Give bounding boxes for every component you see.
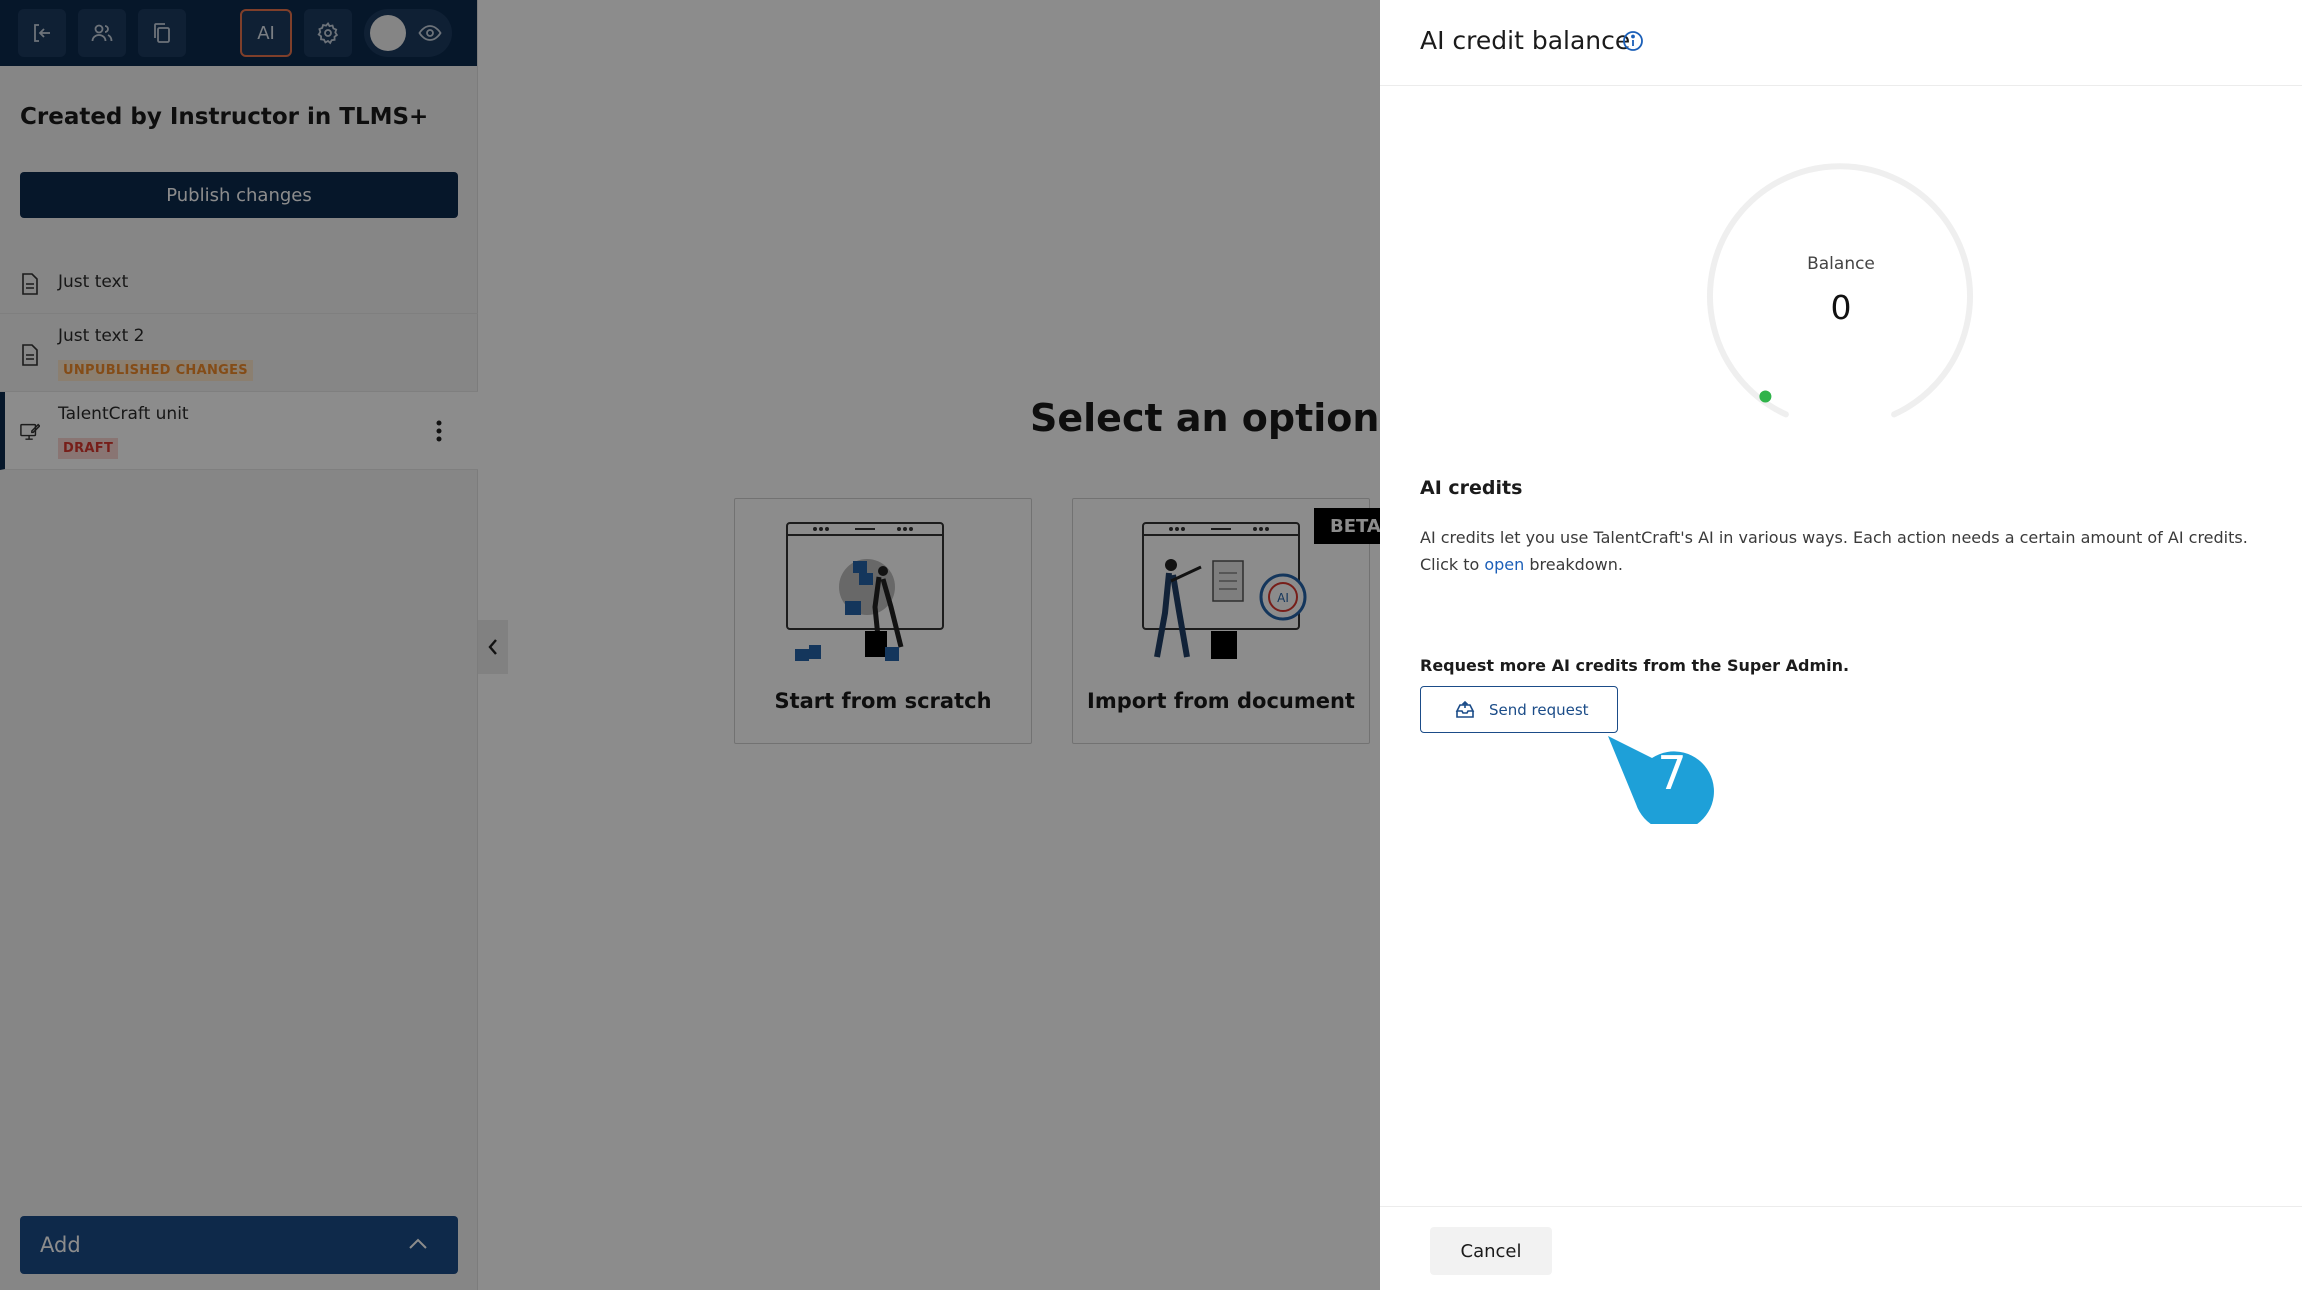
balance-value: 0: [1830, 288, 1852, 327]
send-request-label: Send request: [1489, 700, 1589, 719]
send-request-button[interactable]: Send request: [1420, 686, 1618, 733]
step-number: 7: [1657, 746, 1687, 800]
ai-credit-drawer: AI credit balance Balance 0 AI credits A…: [1380, 0, 2302, 1290]
modal-backdrop[interactable]: [0, 0, 1380, 1290]
description-text-end: breakdown.: [1524, 555, 1623, 574]
drawer-title: AI credit balance: [1420, 26, 1631, 55]
ai-credits-title: AI credits: [1420, 477, 1523, 499]
cancel-button[interactable]: Cancel: [1430, 1227, 1552, 1275]
ai-credits-description: AI credits let you use TalentCraft's AI …: [1420, 524, 2270, 578]
gauge-indicator: [1759, 390, 1772, 403]
request-credits-title: Request more AI credits from the Super A…: [1420, 656, 1850, 675]
info-icon[interactable]: [1622, 30, 1644, 52]
open-breakdown-link[interactable]: open: [1484, 555, 1524, 574]
inbox-send-icon: [1455, 700, 1475, 718]
drawer-footer: Cancel: [1380, 1206, 2302, 1290]
balance-label: Balance: [1807, 254, 1875, 274]
drawer-header: AI credit balance: [1380, 0, 2302, 86]
